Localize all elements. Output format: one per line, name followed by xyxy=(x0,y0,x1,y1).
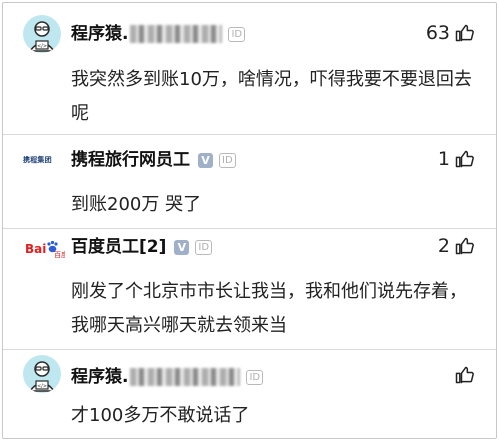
thumbs-up-icon xyxy=(455,237,474,255)
username-text: 百度员工[2] xyxy=(71,237,167,257)
divider xyxy=(3,228,496,229)
like-count: 1 xyxy=(437,148,450,170)
username-text: 程序猿. xyxy=(71,24,129,44)
redacted-username xyxy=(130,25,223,43)
like-button[interactable] xyxy=(450,365,474,385)
coder-avatar-icon: </> xyxy=(28,21,56,52)
comment-text: 才100多万不敢说话了 xyxy=(71,405,250,426)
divider xyxy=(3,134,496,135)
thumbs-up-icon xyxy=(455,366,474,384)
like-button[interactable]: 2 xyxy=(438,235,474,257)
like-button[interactable]: 63 xyxy=(426,22,474,44)
svg-text:Bai: Bai xyxy=(25,242,46,256)
redacted-username xyxy=(130,368,241,386)
divider xyxy=(3,349,496,350)
svg-text:</>: </> xyxy=(37,44,47,50)
like-count: 63 xyxy=(425,22,450,44)
avatar[interactable]: </> xyxy=(23,15,61,53)
verified-badge-icon: V xyxy=(198,152,213,168)
username[interactable]: 程序猿. ID xyxy=(71,366,264,388)
thumbs-up-icon xyxy=(455,150,474,168)
baidu-logo-text: 百度 xyxy=(54,250,65,258)
comment-list: </> 程序猿. ID 63 我突然多到账10万，啥情况，吓得我要不要退回去呢 携… xyxy=(2,2,497,439)
verified-badge-icon: V xyxy=(174,239,190,255)
baidu-logo[interactable]: Bai 百度 xyxy=(25,238,68,259)
comment-text: 到账200万 哭了 xyxy=(71,194,202,215)
thumbs-up-icon xyxy=(455,24,474,42)
like-button[interactable]: 1 xyxy=(438,148,474,170)
svg-text:</>: </> xyxy=(37,384,47,390)
id-badge: ID xyxy=(195,239,213,255)
baidu-paw-icon: Bai 百度 xyxy=(25,240,68,259)
username-text: 程序猿. xyxy=(71,367,129,387)
comment-text: 刚发了个北京市市长让我当，我和他们说先存着，我哪天高兴哪天就去领来当 xyxy=(71,281,467,336)
comment-text: 我突然多到账10万，啥情况，吓得我要不要退回去呢 xyxy=(71,69,472,124)
username[interactable]: 程序猿. ID xyxy=(71,23,246,45)
id-badge: ID xyxy=(219,152,236,168)
id-badge: ID xyxy=(228,26,246,42)
username-text: 携程旅行网员工 xyxy=(71,150,190,170)
like-count: 2 xyxy=(437,235,450,257)
avatar[interactable]: </> xyxy=(23,355,61,393)
ctrip-logo[interactable]: 携程集团 xyxy=(23,153,65,167)
username[interactable]: 携程旅行网员工 V ID xyxy=(71,149,236,171)
coder-avatar-icon: </> xyxy=(28,361,56,392)
username[interactable]: 百度员工[2] V ID xyxy=(71,236,213,258)
id-badge: ID xyxy=(246,369,264,385)
